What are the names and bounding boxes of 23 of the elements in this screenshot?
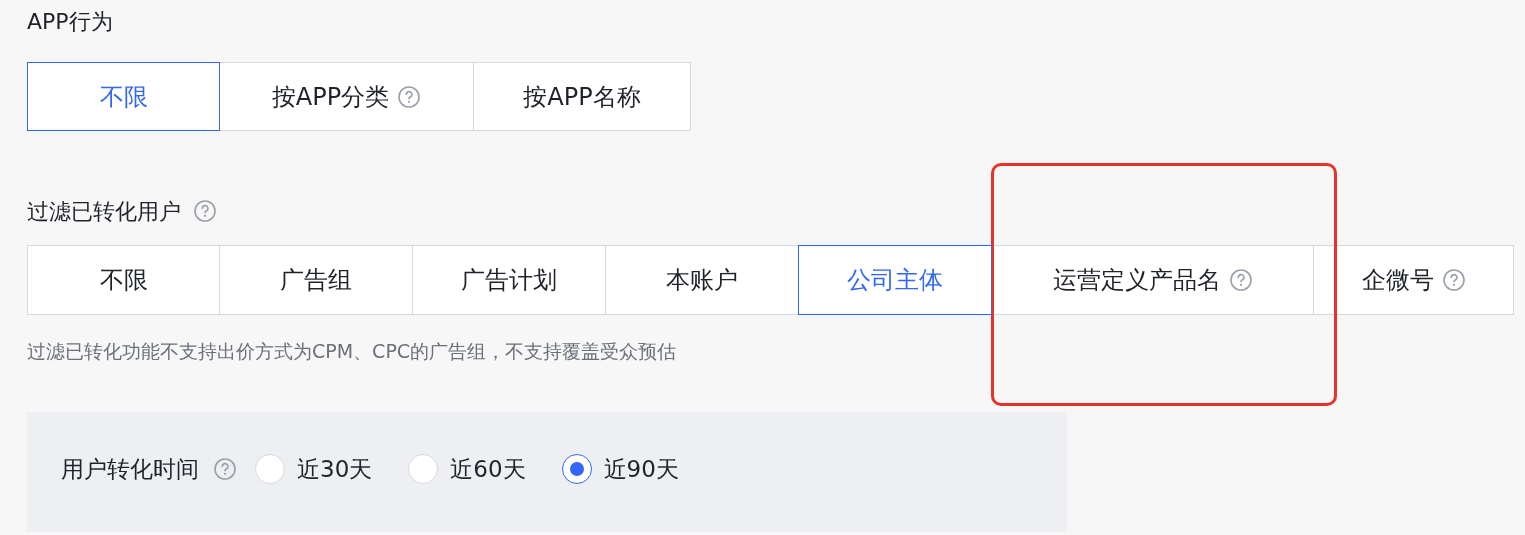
segment-option[interactable]: 按APP分类	[219, 62, 474, 131]
segment-option[interactable]: 运营定义产品名	[991, 245, 1314, 315]
segment-option[interactable]: 广告计划	[412, 245, 606, 315]
radio-button[interactable]	[561, 454, 592, 485]
hint-text: 过滤已转化功能不支持出价方式为CPM、CPC的广告组，不支持覆盖受众预估	[27, 339, 678, 364]
radio-label[interactable]: 近60天	[450, 452, 526, 487]
help-icon[interactable]	[193, 199, 217, 223]
section-title: 过滤已转化用户	[27, 197, 181, 226]
segment-option[interactable]: 不限	[27, 245, 220, 315]
segment-option[interactable]: 按APP名称	[473, 62, 691, 131]
help-icon[interactable]	[1228, 268, 1253, 292]
segment-option[interactable]: 公司主体	[798, 245, 992, 315]
radio-label[interactable]: 近30天	[297, 452, 373, 487]
field-label: 用户转化时间	[61, 455, 199, 484]
segment-option[interactable]: 本账户	[605, 245, 799, 315]
help-icon[interactable]	[1441, 268, 1466, 292]
radio-label[interactable]: 近90天	[603, 452, 679, 487]
segment-option[interactable]: 不限	[27, 62, 220, 131]
segment-option[interactable]: 广告组	[219, 245, 413, 315]
help-icon[interactable]	[397, 84, 422, 109]
section-title: APP行为	[27, 8, 114, 36]
segment-option[interactable]: 企微号	[1313, 245, 1514, 315]
help-icon[interactable]	[213, 457, 237, 482]
